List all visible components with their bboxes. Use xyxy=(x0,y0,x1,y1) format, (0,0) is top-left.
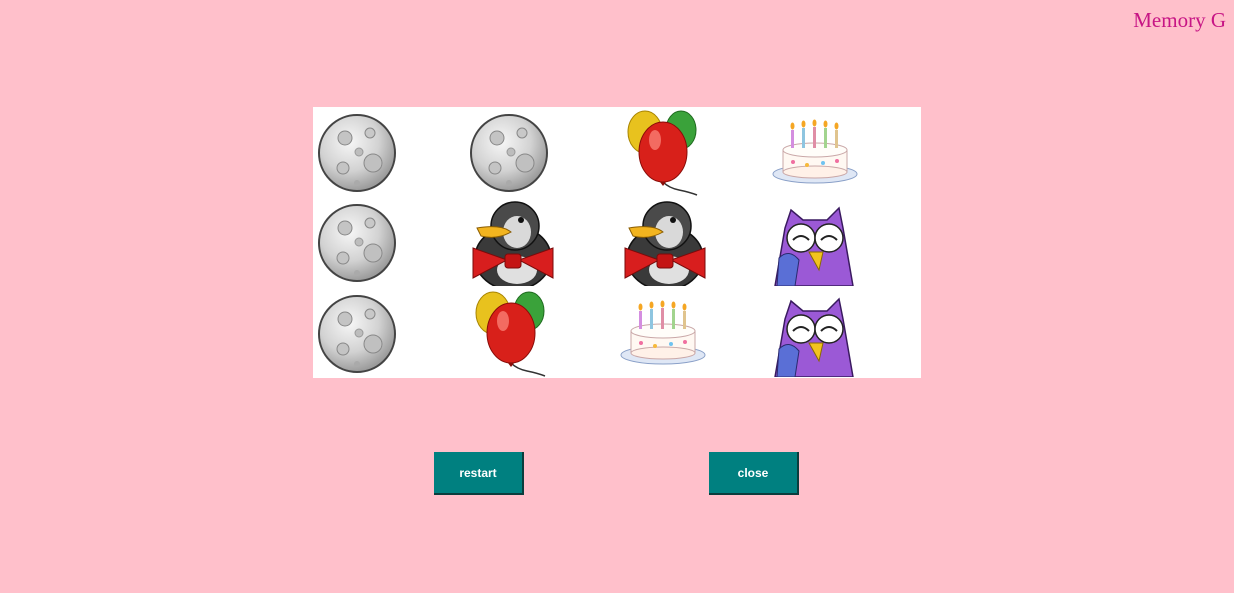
close-button[interactable]: close xyxy=(709,452,799,495)
moon-icon xyxy=(470,114,548,192)
moon-icon xyxy=(318,114,396,192)
balloons-icon xyxy=(475,291,546,377)
card-r2-c3[interactable] xyxy=(617,197,769,287)
memory-game-app: Memory G restart close xyxy=(0,0,1234,593)
card-r1-c2[interactable] xyxy=(465,107,617,197)
card-grid xyxy=(313,107,921,378)
birthday-cake-icon xyxy=(772,119,858,184)
card-r2-c1[interactable] xyxy=(313,197,465,287)
card-r2-c2[interactable] xyxy=(465,197,617,287)
penguin-icon xyxy=(472,201,554,287)
card-r3-c1[interactable] xyxy=(313,288,465,378)
penguin-icon xyxy=(624,201,706,287)
card-r1-c1[interactable] xyxy=(313,107,465,197)
card-r1-c4[interactable] xyxy=(769,107,921,197)
birthday-cake-icon xyxy=(620,300,706,365)
card-r3-c4[interactable] xyxy=(769,288,921,378)
card-r3-c3[interactable] xyxy=(617,288,769,378)
moon-icon xyxy=(318,294,396,373)
game-title: Memory G xyxy=(1133,8,1226,32)
owl-icon xyxy=(774,206,854,287)
owl-icon xyxy=(774,297,854,377)
card-r2-c4[interactable] xyxy=(769,197,921,287)
balloons-icon xyxy=(627,110,698,196)
moon-icon xyxy=(318,204,396,283)
restart-button[interactable]: restart xyxy=(434,452,524,495)
card-r3-c2[interactable] xyxy=(465,288,617,378)
card-r1-c3[interactable] xyxy=(617,107,769,197)
